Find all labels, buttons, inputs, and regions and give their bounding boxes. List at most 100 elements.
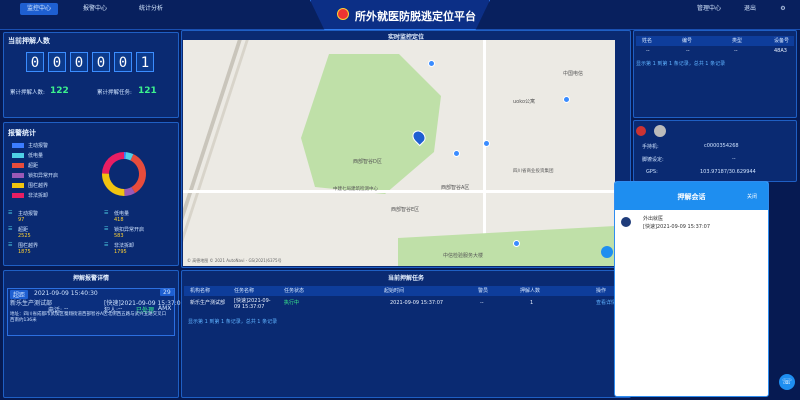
device-type: -- <box>734 48 738 54</box>
dialog-close-button[interactable]: 关闭 <box>747 193 757 200</box>
escort-chat-dialog: 押解会话 关闭 外出就医 [快速]2021-09-09 15:37:07 <box>614 181 769 397</box>
alarm-stat-value: 1795 <box>114 249 127 255</box>
legend-label: 主动报警 <box>28 143 49 149</box>
device-id: 48A3 <box>774 48 787 54</box>
legend-item: 锁扣异常开启 <box>12 172 58 179</box>
alarm-stat-value: 583 <box>114 233 124 239</box>
alarm-stat-item: ☰ 非法拆卸 1795 <box>104 242 134 255</box>
legend-swatch <box>12 143 24 148</box>
avatar[interactable] <box>636 126 646 136</box>
handset-value: c0000354268 <box>704 143 739 149</box>
col-task: 任务名称 <box>234 288 255 294</box>
digit-2: 0 <box>48 52 66 72</box>
alarm-person-value: -- <box>118 305 123 312</box>
alarm-stat-label: 低电量 <box>114 211 130 217</box>
alarm-donut-chart <box>102 152 146 196</box>
task-name: [快速]2021-09-09 15:37:07 <box>234 298 271 310</box>
avatar[interactable] <box>654 125 666 137</box>
map-poi-icon <box>453 150 460 157</box>
alarm-stat-value: 418 <box>114 217 124 223</box>
alarm-record-card[interactable]: 超距 2021-09-09 15:40:30 29 新乐生产测试部 [快速]20… <box>7 288 184 336</box>
alarm-stat-value: 2525 <box>18 233 31 239</box>
legend-swatch <box>12 163 24 168</box>
table-row[interactable]: 新乐生产测试部 [快速]2021-09-09 15:37:07 执行中 2021… <box>184 298 629 314</box>
alarm-type-icon: ☰ <box>8 242 13 248</box>
table-row[interactable]: -- -- -- 48A3 <box>636 46 794 56</box>
legend-swatch <box>12 183 24 188</box>
alarm-stat-item: ☰ 围栏越界 1875 <box>8 242 38 255</box>
nav-statistics[interactable]: 统计分析 <box>132 3 170 15</box>
map-poi-icon <box>483 140 490 147</box>
dialog-header: 押解会话 关闭 <box>615 182 768 210</box>
map-control-icon[interactable] <box>601 246 613 258</box>
legend-item: 非法拆卸 <box>12 192 48 199</box>
task-org: 新乐生产测试部 <box>190 300 226 306</box>
park-green-area <box>398 226 615 266</box>
alarm-count-badge: 29 <box>160 289 174 296</box>
task-view-link[interactable]: 查看详情 <box>596 298 616 308</box>
legend-label: 非法拆卸 <box>28 193 49 199</box>
legend-item: 低电量 <box>12 152 43 159</box>
total-people-label: 累计押解人数: <box>10 90 45 96</box>
shackle-label: 脚镣设定: <box>642 157 664 163</box>
shackle-value: -- <box>732 156 736 162</box>
alarm-stat-value: 97 <box>18 217 25 223</box>
map-label-invest: 四川省商业投资集团 <box>513 169 554 174</box>
map-label-e: 西部智谷E区 <box>391 207 420 213</box>
alarm-time: 2021-09-09 15:40:30 <box>34 290 98 297</box>
total-tasks-label: 累计押解任务: <box>97 90 132 96</box>
col-action: 操作 <box>596 288 607 294</box>
alarm-org: 新乐生产测试部 <box>10 300 53 307</box>
map-copyright: © 高德地图 © 2021 AutoNavi - GS(2021)6375号 <box>187 258 282 263</box>
legend-item: 超距 <box>12 162 38 169</box>
legend-swatch <box>12 173 24 178</box>
current-people-panel: 当前押解人数 <box>3 32 179 118</box>
nav-alarm-center[interactable]: 报警中心 <box>76 3 114 15</box>
device-table-header: 姓名 编号 类型 设备号 <box>636 36 794 46</box>
tasks-pager: 显示第 1 到第 1 条记录，总共 1 条记录 <box>188 319 278 325</box>
legend-item: 主动报警 <box>12 142 48 149</box>
task-status: 执行中 <box>284 300 300 306</box>
nav-monitor-center[interactable]: 监控中心 <box>20 3 58 15</box>
dcol-device: 设备号 <box>774 38 790 44</box>
legend-label: 超距 <box>28 163 39 169</box>
legend-label: 锁扣异常开启 <box>28 173 59 179</box>
alarm-type-icon: ☰ <box>8 226 13 232</box>
alarm-details-title: 押解报警详情 <box>72 275 109 282</box>
nav-management-center[interactable]: 管理中心 <box>690 3 728 15</box>
map-poi-icon <box>428 60 435 67</box>
donut-slice <box>130 154 146 194</box>
nav-logout[interactable]: 退出 <box>738 3 762 15</box>
app-title: 所外就医防脱逃定位平台 <box>355 10 476 23</box>
map-label-lab: 中建七局建筑检测中心 <box>333 187 378 192</box>
settings-icon[interactable]: ⚙ <box>775 3 791 15</box>
map-label-d: 西部智谷D区 <box>353 159 382 165</box>
map-poi-icon <box>563 96 570 103</box>
map-label-a: 西部智谷A区 <box>441 185 470 191</box>
donut-slice <box>102 152 124 174</box>
campus-green-area <box>301 54 441 194</box>
map-canvas[interactable]: 西部智谷E区 西部智谷D区 西部智谷A区 中国电信 uoko公寓 中建七局建筑检… <box>183 40 615 266</box>
railway-line-2 <box>183 40 249 266</box>
alarm-stat-item: ☰ 锁扣异常开启 583 <box>104 226 144 239</box>
digit-1: 0 <box>26 52 44 72</box>
alarm-stats-title: 报警统计 <box>8 129 36 137</box>
chat-bubble-icon[interactable]: ☏ <box>779 374 795 390</box>
dcol-type: 类型 <box>732 38 743 44</box>
col-count: 押解人数 <box>520 288 541 294</box>
legend-item: 围栏越界 <box>12 182 48 189</box>
alarm-type-icon: ☰ <box>104 242 109 248</box>
map-poi-icon <box>513 240 520 247</box>
alarm-stat-item: ☰ 超距 2525 <box>8 226 31 239</box>
alarm-stat-value: 1875 <box>18 249 31 255</box>
legend-swatch <box>12 153 24 158</box>
police-badge-icon <box>337 8 349 20</box>
col-org: 机构名称 <box>190 288 211 294</box>
legend-label: 低电量 <box>28 153 44 159</box>
device-pager: 显示第 1 到第 1 条记录，总共 1 条记录 <box>636 61 726 67</box>
device-name: -- <box>646 48 650 54</box>
device-no: -- <box>686 48 690 54</box>
alarm-type-icon: ☰ <box>104 210 109 216</box>
current-people-title: 当前押解人数 <box>8 37 50 45</box>
task-count: 1 <box>530 300 534 306</box>
